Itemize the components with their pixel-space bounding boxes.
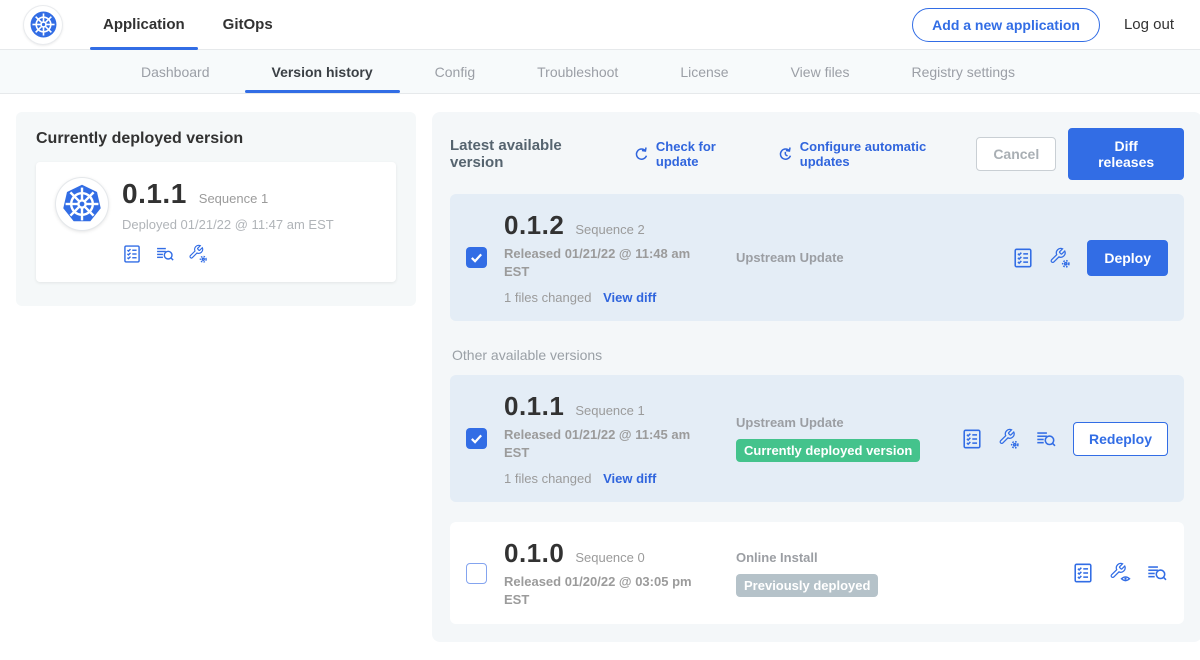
subnav-tab-view-files[interactable]: View files [760, 50, 881, 93]
version-row-actions [961, 428, 1057, 450]
tab-application[interactable]: Application [88, 0, 200, 50]
subnav-label-troubleshoot: Troubleshoot [537, 64, 618, 80]
diff-releases-button[interactable]: Diff releases [1068, 128, 1184, 180]
subnav-label-dashboard: Dashboard [141, 64, 210, 80]
version-checkbox[interactable] [466, 247, 487, 268]
subnav-tab-version-history[interactable]: Version history [241, 50, 404, 93]
files-changed-row: 1 files changed View diff [504, 290, 712, 305]
version-row-actions [1072, 562, 1168, 584]
version-row-0-1-2: 0.1.2 Sequence 2 Released 01/21/22 @ 11:… [450, 194, 1184, 321]
subnav-tab-registry-settings[interactable]: Registry settings [880, 50, 1045, 93]
panel-title: Latest available version [450, 137, 616, 171]
admin-console: Application GitOps Add a new application… [0, 0, 1200, 634]
subnav-label-config: Config [435, 64, 475, 80]
view-logs-icon[interactable] [155, 244, 175, 264]
released-timestamp: Released 01/21/22 @ 11:48 am EST [504, 245, 704, 280]
deployed-card-title: Currently deployed version [36, 130, 396, 148]
sequence-label: Sequence 1 [575, 403, 644, 418]
version-checkbox[interactable] [466, 428, 487, 449]
deployed-actions [122, 244, 334, 264]
subnav-tab-license[interactable]: License [649, 50, 759, 93]
sequence-label: Sequence 2 [575, 222, 644, 237]
version-row-0-1-1: 0.1.1 Sequence 1 Released 01/21/22 @ 11:… [450, 375, 1184, 502]
active-subtab-underline [245, 90, 400, 93]
release-notes-icon[interactable] [122, 244, 142, 264]
app-logo [24, 6, 62, 44]
release-notes-icon[interactable] [1072, 562, 1094, 584]
currently-deployed-badge: Currently deployed version [736, 439, 920, 462]
view-logs-icon[interactable] [1146, 562, 1168, 584]
version-row-actions [1012, 247, 1071, 269]
check-for-update-label: Check for update [656, 139, 760, 169]
files-changed-row: 1 files changed View diff [504, 471, 712, 486]
tab-application-label: Application [103, 16, 185, 33]
version-source: Upstream Update Currently deployed versi… [736, 415, 961, 462]
logout-link[interactable]: Log out [1124, 16, 1174, 33]
version-info: 0.1.0 Sequence 0 Released 01/20/22 @ 03:… [504, 538, 712, 608]
version-row-0-1-0: 0.1.0 Sequence 0 Released 01/20/22 @ 03:… [450, 522, 1184, 624]
deployed-timestamp: Deployed 01/21/22 @ 11:47 am EST [122, 217, 334, 232]
kubernetes-logo-icon [62, 184, 102, 224]
deployed-sequence-label: Sequence 1 [199, 191, 268, 206]
subnav-tab-dashboard[interactable]: Dashboard [110, 50, 241, 93]
release-notes-icon[interactable] [961, 428, 983, 450]
version-info: 0.1.1 Sequence 1 Released 01/21/22 @ 11:… [504, 391, 712, 486]
cancel-button[interactable]: Cancel [976, 137, 1056, 171]
view-diff-link[interactable]: View diff [603, 471, 656, 486]
view-config-icon[interactable] [1109, 562, 1131, 584]
version-number: 0.1.1 [504, 391, 564, 422]
subnav-tab-troubleshoot[interactable]: Troubleshoot [506, 50, 649, 93]
version-info: 0.1.2 Sequence 2 Released 01/21/22 @ 11:… [504, 210, 712, 305]
check-for-update-link[interactable]: Check for update [633, 139, 760, 169]
checkmark-icon [468, 249, 485, 266]
subnav-label-version-history: Version history [272, 64, 373, 80]
released-timestamp: Released 01/20/22 @ 03:05 pm EST [504, 573, 704, 608]
app-subnav: Dashboard Version history Config Trouble… [0, 50, 1200, 94]
currently-deployed-card: Currently deployed version 0.1.1 Sequenc… [16, 112, 416, 306]
checkmark-icon [468, 430, 485, 447]
configure-automatic-updates-label: Configure automatic updates [800, 139, 977, 169]
kubernetes-logo-icon [30, 11, 57, 38]
files-changed-label: 1 files changed [504, 471, 591, 486]
edit-config-icon[interactable] [188, 244, 208, 264]
sequence-label: Sequence 0 [575, 550, 644, 565]
release-notes-icon[interactable] [1012, 247, 1034, 269]
source-label: Upstream Update [736, 250, 961, 265]
deployed-version-card: 0.1.1 Sequence 1 Deployed 01/21/22 @ 11:… [36, 162, 396, 282]
tab-gitops-label: GitOps [223, 16, 273, 33]
source-label: Upstream Update [736, 415, 961, 430]
previously-deployed-badge: Previously deployed [736, 574, 878, 597]
version-number: 0.1.0 [504, 538, 564, 569]
subnav-label-view-files: View files [791, 64, 850, 80]
panel-header: Latest available version Check for updat… [450, 128, 1184, 180]
auto-update-icon [777, 146, 794, 163]
version-source: Upstream Update [736, 250, 961, 265]
deploy-button[interactable]: Deploy [1087, 240, 1168, 276]
tab-gitops[interactable]: GitOps [208, 0, 288, 50]
deployed-version-info: 0.1.1 Sequence 1 Deployed 01/21/22 @ 11:… [122, 178, 334, 264]
refresh-icon [633, 146, 650, 163]
main-content: Currently deployed version 0.1.1 Sequenc… [0, 94, 1200, 660]
view-diff-link[interactable]: View diff [603, 290, 656, 305]
edit-config-icon[interactable] [1049, 247, 1071, 269]
source-label: Online Install [736, 550, 961, 565]
edit-config-icon[interactable] [998, 428, 1020, 450]
redeploy-button[interactable]: Redeploy [1073, 422, 1168, 456]
deployed-version-number: 0.1.1 [122, 178, 187, 210]
available-versions-panel: Latest available version Check for updat… [432, 112, 1200, 642]
deployed-app-logo [56, 178, 108, 230]
subnav-label-license: License [680, 64, 728, 80]
top-navbar: Application GitOps Add a new application… [0, 0, 1200, 50]
version-number: 0.1.2 [504, 210, 564, 241]
released-timestamp: Released 01/21/22 @ 11:45 am EST [504, 426, 704, 461]
version-checkbox[interactable] [466, 563, 487, 584]
configure-automatic-updates-link[interactable]: Configure automatic updates [777, 139, 976, 169]
files-changed-label: 1 files changed [504, 290, 591, 305]
version-source: Online Install Previously deployed [736, 550, 961, 597]
subnav-tab-config[interactable]: Config [404, 50, 506, 93]
view-logs-icon[interactable] [1035, 428, 1057, 450]
subnav-label-registry-settings: Registry settings [911, 64, 1014, 80]
other-versions-title: Other available versions [452, 347, 1184, 363]
add-application-button[interactable]: Add a new application [912, 8, 1100, 42]
